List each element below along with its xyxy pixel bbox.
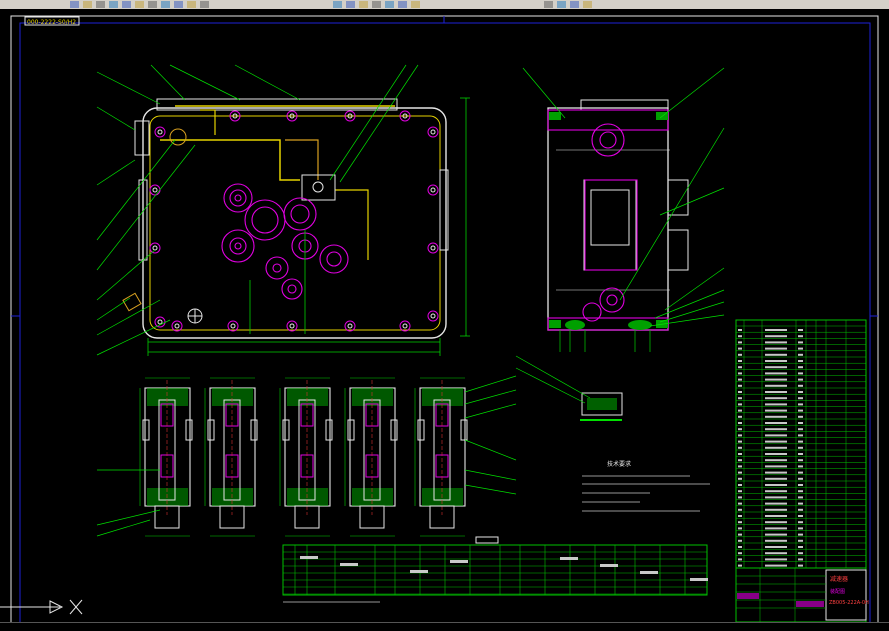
svg-text:技术要求: 技术要求 — [607, 460, 631, 468]
sheet-set-icon[interactable] — [544, 1, 553, 8]
svg-text:减速器: 减速器 — [830, 575, 848, 583]
new-icon[interactable] — [70, 1, 79, 8]
zoom-prev-icon[interactable] — [372, 1, 381, 8]
print-icon[interactable] — [109, 1, 118, 8]
cut-icon[interactable] — [135, 1, 144, 8]
svg-text:ZB005-222A-0H: ZB005-222A-0H — [829, 600, 869, 606]
tool-palette-icon[interactable] — [411, 1, 420, 8]
zoom-icon[interactable] — [346, 1, 355, 8]
pan-icon[interactable] — [333, 1, 342, 8]
calc-icon[interactable] — [570, 1, 579, 8]
markup-icon[interactable] — [557, 1, 566, 8]
redo-icon[interactable] — [200, 1, 209, 8]
drawing-number-text: 000-2222-S0/H2 — [27, 19, 76, 26]
undo-icon[interactable] — [187, 1, 196, 8]
ucs-icon — [0, 599, 83, 615]
help-icon[interactable] — [583, 1, 592, 8]
copy-icon[interactable] — [148, 1, 157, 8]
design-center-icon[interactable] — [398, 1, 407, 8]
save-icon[interactable] — [96, 1, 105, 8]
match-prop-icon[interactable] — [174, 1, 183, 8]
svg-text:装配图: 装配图 — [830, 588, 845, 595]
preview-icon[interactable] — [122, 1, 131, 8]
properties-icon[interactable] — [385, 1, 394, 8]
paste-icon[interactable] — [161, 1, 170, 8]
cad-drawing-area[interactable]: 000-2222-S0/H2 技术要求 减速器 装配图 ZB005-222A-0… — [0, 9, 889, 630]
open-icon[interactable] — [83, 1, 92, 8]
zoom-window-icon[interactable] — [359, 1, 368, 8]
